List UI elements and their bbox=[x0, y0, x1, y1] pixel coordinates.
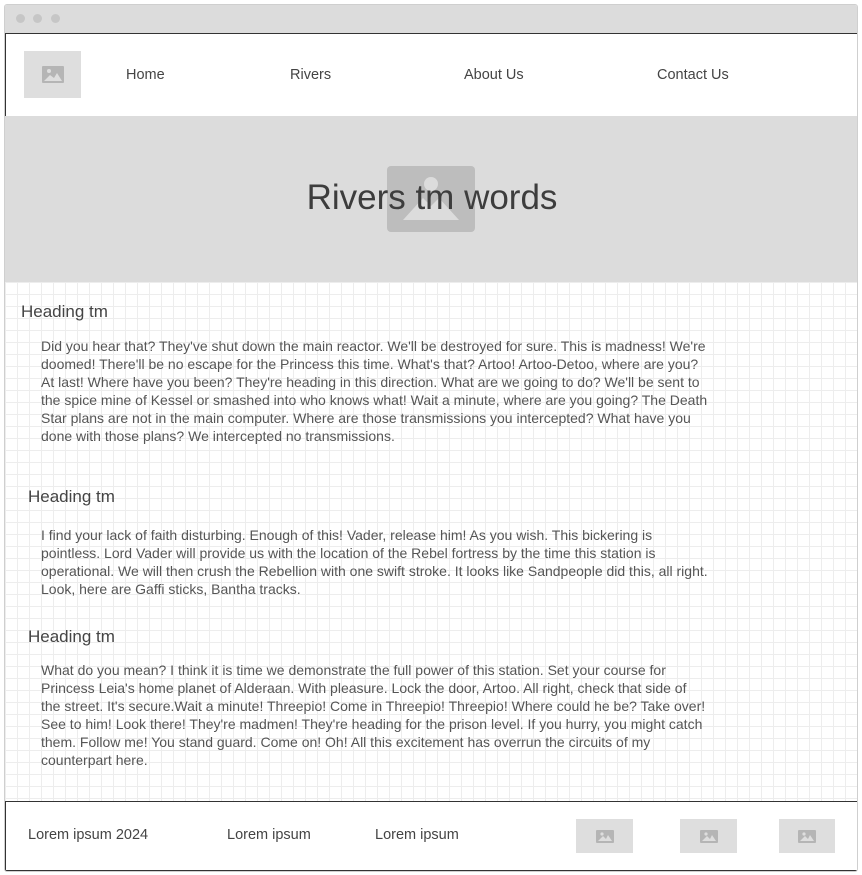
section-heading: Heading tm bbox=[28, 627, 115, 646]
nav-link-contact-us[interactable]: Contact Us bbox=[657, 67, 729, 83]
window-titlebar bbox=[5, 5, 857, 33]
logo[interactable] bbox=[24, 51, 81, 98]
footer-copyright: Lorem ipsum 2024 bbox=[28, 827, 149, 843]
footer-link[interactable]: Lorem ipsum bbox=[227, 827, 311, 843]
nav-link-rivers[interactable]: Rivers bbox=[290, 67, 331, 83]
section-heading: Heading tm bbox=[21, 302, 108, 321]
image-placeholder-icon bbox=[41, 66, 64, 83]
nav-link-home[interactable]: Home bbox=[126, 67, 165, 83]
image-placeholder-icon bbox=[699, 829, 718, 843]
footer-link[interactable]: Lorem ipsum bbox=[375, 827, 459, 843]
section-paragraph: Did you hear that? They've shut down the… bbox=[41, 338, 708, 444]
footer-image[interactable] bbox=[680, 819, 737, 853]
section-heading: Heading tm bbox=[28, 487, 115, 506]
window-control-dot[interactable] bbox=[51, 14, 60, 23]
section-paragraph: I find your lack of faith disturbing. En… bbox=[41, 527, 708, 597]
footer: Lorem ipsum 2024 Lorem ipsum Lorem ipsum bbox=[5, 801, 857, 871]
window-control-dot[interactable] bbox=[16, 14, 25, 23]
image-placeholder-icon bbox=[798, 829, 816, 843]
browser-window: Home Rivers About Us Contact Us Rivers t… bbox=[4, 4, 858, 872]
footer-image[interactable] bbox=[779, 819, 835, 853]
hero-title: Rivers tm words bbox=[306, 178, 558, 217]
image-placeholder-icon bbox=[595, 829, 614, 843]
section-paragraph: What do you mean? I think it is time we … bbox=[41, 662, 706, 768]
navbar: Home Rivers About Us Contact Us bbox=[5, 33, 857, 116]
nav-link-about-us[interactable]: About Us bbox=[464, 67, 524, 83]
window-control-dot[interactable] bbox=[33, 14, 42, 23]
hero-banner: Rivers tm words bbox=[5, 116, 857, 282]
footer-image[interactable] bbox=[576, 819, 633, 853]
main-content: Heading tm Did you hear that? They've sh… bbox=[5, 282, 857, 801]
